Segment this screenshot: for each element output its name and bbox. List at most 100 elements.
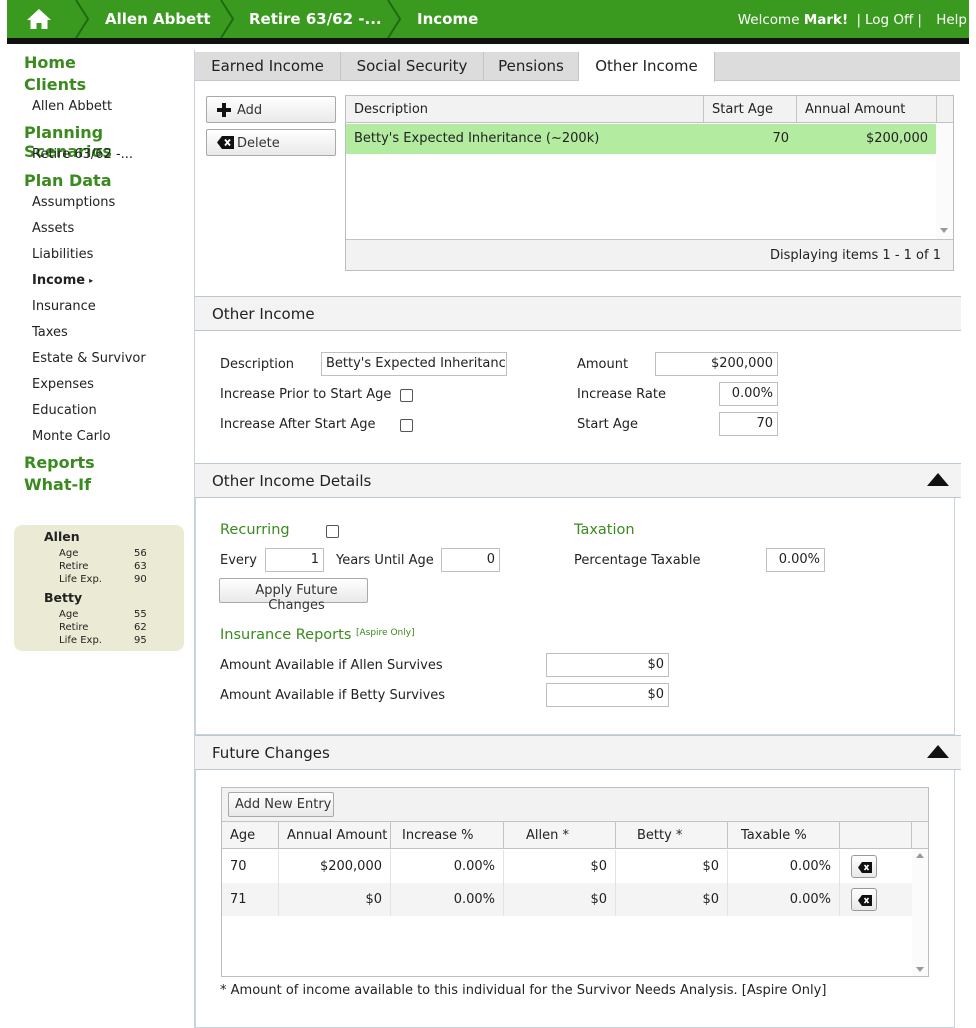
- nav-item-education[interactable]: Education: [32, 403, 97, 418]
- future-changes-grid: Add New Entry Age Annual Amount Increase…: [221, 787, 929, 977]
- increase-prior-checkbox[interactable]: [400, 389, 413, 402]
- col-betty[interactable]: Betty *: [616, 822, 728, 849]
- cell-annual-amount: $200,000: [279, 850, 391, 883]
- nav-item-insurance[interactable]: Insurance: [32, 299, 96, 314]
- every-field[interactable]: 1: [265, 548, 324, 572]
- user-name: Mark!: [803, 12, 849, 28]
- tab-social-security[interactable]: Social Security: [341, 52, 484, 81]
- age-label: Age: [59, 609, 79, 620]
- nav-item-assumptions[interactable]: Assumptions: [32, 195, 115, 210]
- nav-scenario[interactable]: Retire 63/62 -...: [32, 147, 133, 162]
- every-label: Every: [220, 553, 257, 568]
- home-icon: [27, 9, 51, 29]
- plus-icon: [217, 103, 231, 117]
- description-label: Description: [220, 357, 295, 372]
- nav-item-liabilities[interactable]: Liabilities: [32, 247, 93, 262]
- nav-item-estate-survivor[interactable]: Estate & Survivor: [32, 351, 146, 366]
- add-new-entry-button[interactable]: Add New Entry: [228, 792, 334, 817]
- nav-item-income[interactable]: Income ▸: [32, 273, 93, 288]
- delete-row-button[interactable]: [851, 855, 877, 878]
- col-allen[interactable]: Allen *: [504, 822, 616, 849]
- section-title: Other Income Details: [212, 472, 372, 490]
- increase-after-checkbox[interactable]: [400, 419, 413, 432]
- betty-survives-field[interactable]: $0: [546, 683, 669, 707]
- nav-item-expenses[interactable]: Expenses: [32, 377, 94, 392]
- nav-item-assets[interactable]: Assets: [32, 221, 74, 236]
- nav-plan-data[interactable]: Plan Data: [24, 171, 112, 190]
- help-link[interactable]: Help: [936, 12, 967, 28]
- logoff-link[interactable]: Log Off: [865, 12, 913, 28]
- person-name: Allen: [44, 529, 80, 544]
- tab-other-income[interactable]: Other Income: [579, 52, 715, 82]
- delete-button-label: Delete: [237, 136, 280, 151]
- table-row[interactable]: Betty's Expected Inheritance (~200k) 70 …: [346, 124, 936, 154]
- recurring-checkbox[interactable]: [326, 525, 339, 538]
- chevron-right-icon: [220, 0, 235, 38]
- cell-annual-amount: $0: [279, 883, 391, 916]
- top-bar: Allen Abbett Retire 63/62 -... Income We…: [7, 0, 969, 44]
- percentage-taxable-field[interactable]: 0.00%: [766, 548, 825, 572]
- years-until-age-field[interactable]: 0: [441, 548, 500, 572]
- retire-value: 62: [134, 622, 147, 633]
- details-header[interactable]: Other Income Details: [195, 463, 961, 498]
- increase-after-label: Increase After Start Age: [220, 417, 376, 432]
- grid-scrollbar[interactable]: [936, 123, 953, 239]
- grid-footer: Displaying items 1 - 1 of 1: [346, 239, 953, 270]
- life-exp-value: 90: [134, 574, 147, 585]
- nav-item-label: Income: [32, 273, 86, 288]
- retire-value: 63: [134, 561, 147, 572]
- apply-future-changes-button[interactable]: Apply Future Changes: [219, 578, 368, 613]
- description-field[interactable]: Betty's Expected Inheritance (: [321, 352, 507, 376]
- col-taxable[interactable]: Taxable %: [728, 822, 840, 849]
- user-menu: Welcome Mark! | Log Off | Help: [738, 0, 967, 38]
- add-button[interactable]: Add: [206, 96, 336, 123]
- recurring-heading: Recurring: [220, 522, 290, 538]
- allen-survives-field[interactable]: $0: [546, 653, 669, 677]
- delete-row-button[interactable]: [851, 888, 877, 911]
- betty-survives-label: Amount Available if Betty Survives: [220, 688, 446, 703]
- nav-reports[interactable]: Reports: [24, 453, 95, 472]
- percentage-taxable-label: Percentage Taxable: [574, 553, 701, 568]
- nav-item-monte-carlo[interactable]: Monte Carlo: [32, 429, 111, 444]
- cell-increase: 0.00%: [391, 850, 504, 883]
- other-income-header: Other Income: [195, 296, 961, 331]
- ages-summary: Allen Age 56 Retire 63 Life Exp. 90 Bett…: [14, 525, 184, 651]
- nav-home[interactable]: Home: [24, 53, 76, 72]
- future-changes-header[interactable]: Future Changes: [195, 735, 961, 770]
- table-row[interactable]: 71 $0 0.00% $0 $0 0.00%: [222, 883, 912, 916]
- col-start-age[interactable]: Start Age: [704, 96, 797, 123]
- col-annual-amount[interactable]: Annual Amount: [279, 822, 391, 849]
- start-age-field[interactable]: 70: [719, 412, 778, 436]
- col-annual-amount[interactable]: Annual Amount: [797, 96, 937, 123]
- scroll-down-icon[interactable]: [916, 967, 924, 972]
- apply-button-label: Apply Future Changes: [255, 583, 338, 613]
- breadcrumb-client[interactable]: Allen Abbett: [105, 0, 211, 38]
- amount-field[interactable]: $200,000: [655, 352, 778, 376]
- life-exp-value: 95: [134, 635, 147, 646]
- grid-scrollbar[interactable]: [912, 849, 928, 976]
- tab-pensions[interactable]: Pensions: [484, 52, 579, 81]
- section-title: Future Changes: [212, 744, 330, 762]
- tab-earned-income[interactable]: Earned Income: [195, 52, 341, 81]
- scroll-down-icon[interactable]: [940, 228, 948, 233]
- nav-what-if[interactable]: What-If: [24, 475, 91, 494]
- allen-survives-label: Amount Available if Allen Survives: [220, 658, 443, 673]
- nav-clients[interactable]: Clients: [24, 75, 86, 94]
- scroll-up-icon[interactable]: [916, 853, 924, 858]
- collapse-icon[interactable]: [927, 745, 949, 758]
- col-description[interactable]: Description: [346, 96, 704, 123]
- collapse-icon[interactable]: [927, 473, 949, 486]
- delete-button[interactable]: Delete: [206, 129, 336, 156]
- table-row[interactable]: 70 $200,000 0.00% $0 $0 0.00%: [222, 850, 912, 883]
- backspace-icon: [858, 895, 872, 906]
- nav-client-name[interactable]: Allen Abbett: [32, 99, 112, 114]
- nav-item-taxes[interactable]: Taxes: [32, 325, 68, 340]
- col-age[interactable]: Age: [222, 822, 279, 849]
- col-increase[interactable]: Increase %: [391, 822, 504, 849]
- cell-allen: $0: [504, 850, 616, 883]
- breadcrumb-scenario[interactable]: Retire 63/62 -...: [249, 0, 382, 38]
- breadcrumb-section: Income: [417, 10, 479, 28]
- cell-betty: $0: [616, 850, 728, 883]
- add-entry-label: Add New Entry: [235, 797, 332, 812]
- increase-rate-field[interactable]: 0.00%: [719, 382, 778, 406]
